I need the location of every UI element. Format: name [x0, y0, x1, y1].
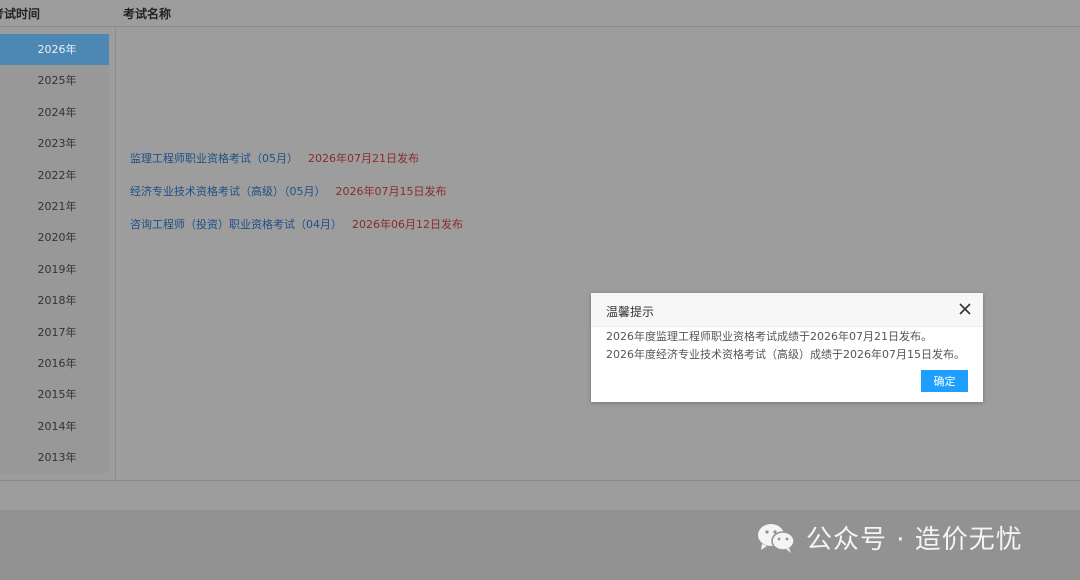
- year-item[interactable]: 2018年: [0, 285, 109, 316]
- close-icon[interactable]: [955, 299, 975, 319]
- exam-release-date: 2026年06月12日发布: [352, 218, 463, 231]
- dialog-message-line: 2026年度经济专业技术资格考试（高级）成绩于2026年07月15日发布。: [606, 348, 965, 361]
- exam-link[interactable]: 咨询工程师（投资）职业资格考试（04月）: [130, 218, 342, 231]
- year-item[interactable]: 2017年: [0, 317, 109, 348]
- column-header-time: 考试时间: [0, 7, 41, 21]
- year-item[interactable]: 2013年: [0, 442, 109, 473]
- exam-release-date: 2026年07月21日发布: [308, 152, 419, 165]
- column-divider: [115, 26, 116, 480]
- year-item[interactable]: 2015年: [0, 379, 109, 410]
- exam-link[interactable]: 经济专业技术资格考试（高级）（05月）: [130, 185, 326, 198]
- watermark-text: 公众号 · 造价无忧: [806, 525, 1023, 555]
- year-item[interactable]: 2016年: [0, 348, 109, 379]
- exam-row: 监理工程师职业资格考试（05月） 2026年07月21日发布: [130, 150, 463, 183]
- exam-release-date: 2026年07月15日发布: [335, 185, 447, 198]
- year-item[interactable]: 2026年: [0, 34, 109, 66]
- exam-results-page: 考试时间 考试名称 2026年 2025年 2024年 2023年 2022年 …: [0, 0, 1080, 510]
- year-item[interactable]: 2022年: [0, 160, 109, 191]
- year-item[interactable]: 2019年: [0, 254, 109, 285]
- confirm-button[interactable]: 确定: [921, 370, 968, 392]
- footer-divider: [0, 480, 1080, 481]
- table-header: 考试时间 考试名称: [0, 0, 1080, 27]
- dialog-header: 温馨提示: [591, 293, 983, 327]
- dialog-title: 温馨提示: [606, 305, 655, 319]
- year-item[interactable]: 2014年: [0, 411, 109, 442]
- year-list: 2026年 2025年 2024年 2023年 2022年 2021年 2020…: [0, 34, 109, 474]
- year-item[interactable]: 2024年: [0, 97, 109, 128]
- year-item[interactable]: 2020年: [0, 222, 109, 253]
- year-item[interactable]: 2025年: [0, 65, 109, 96]
- watermark: 公众号 · 造价无忧: [756, 519, 1023, 556]
- dialog-body: 2026年度监理工程师职业资格考试成绩于2026年07月21日发布。 2026年…: [591, 327, 983, 364]
- exam-list: 监理工程师职业资格考试（05月） 2026年07月21日发布 经济专业技术资格考试…: [130, 150, 463, 249]
- year-item[interactable]: 2021年: [0, 191, 109, 222]
- wechat-icon: [758, 523, 795, 553]
- notice-dialog: 温馨提示 2026年度监理工程师职业资格考试成绩于2026年07月21日发布。 …: [591, 293, 983, 402]
- exam-row: 咨询工程师（投资）职业资格考试（04月） 2026年06月12日发布: [130, 216, 463, 249]
- exam-row: 经济专业技术资格考试（高级）（05月） 2026年07月15日发布: [130, 183, 463, 216]
- exam-link[interactable]: 监理工程师职业资格考试（05月）: [130, 152, 298, 165]
- dialog-message-line: 2026年度监理工程师职业资格考试成绩于2026年07月21日发布。: [606, 330, 932, 343]
- column-header-name: 考试名称: [123, 7, 172, 21]
- year-item[interactable]: 2023年: [0, 128, 109, 159]
